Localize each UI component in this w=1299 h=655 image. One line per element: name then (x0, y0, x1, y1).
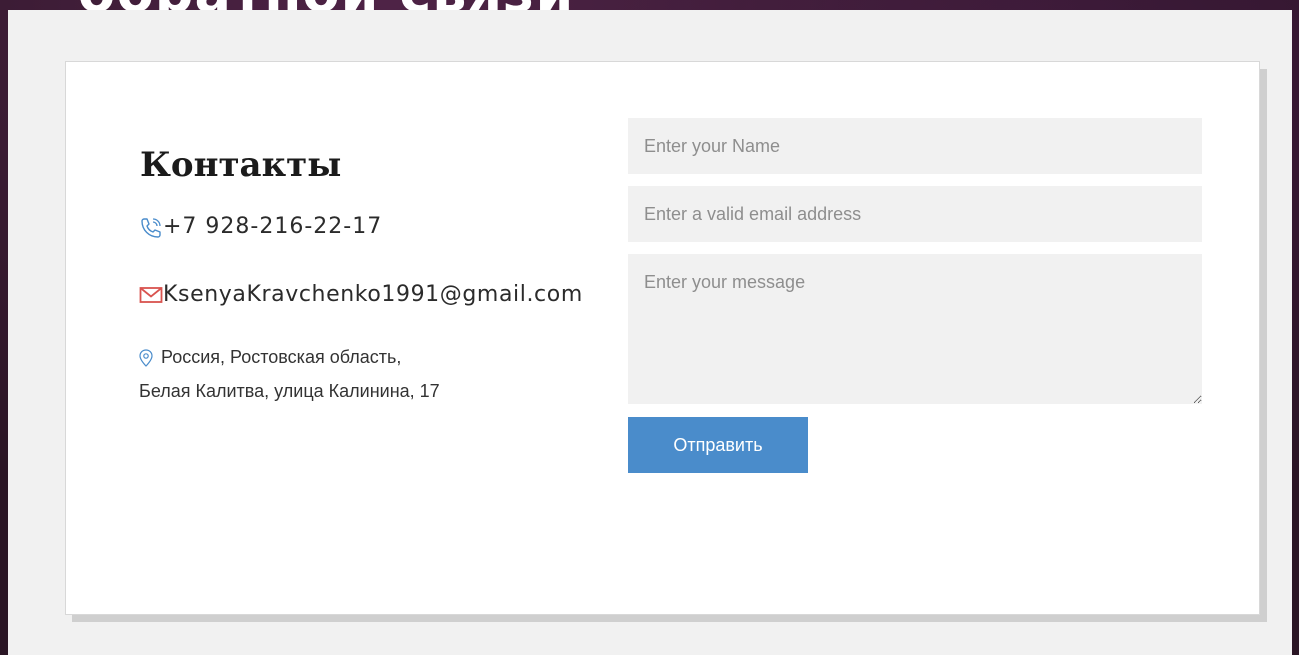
phone-number[interactable]: +7 928-216-22-17 (163, 214, 382, 239)
message-textarea[interactable] (628, 254, 1202, 404)
email-contact[interactable]: KsenyaKravchenko1991@gmail.com (139, 282, 583, 307)
map-pin-icon (139, 348, 153, 367)
email-address[interactable]: KsenyaKravchenko1991@gmail.com (163, 282, 583, 307)
address-contact: Россия, Ростовская область, (139, 347, 401, 368)
mail-icon (139, 286, 163, 304)
phone-icon (139, 216, 163, 238)
contacts-title: Контакты (140, 145, 342, 185)
email-input[interactable] (628, 186, 1202, 242)
submit-button[interactable]: Отправить (628, 417, 808, 473)
address-line-1: Россия, Ростовская область, (161, 347, 402, 367)
name-input[interactable] (628, 118, 1202, 174)
phone-contact[interactable]: +7 928-216-22-17 (139, 214, 382, 239)
address-line-2: Белая Калитва, улица Калинина, 17 (139, 381, 440, 401)
